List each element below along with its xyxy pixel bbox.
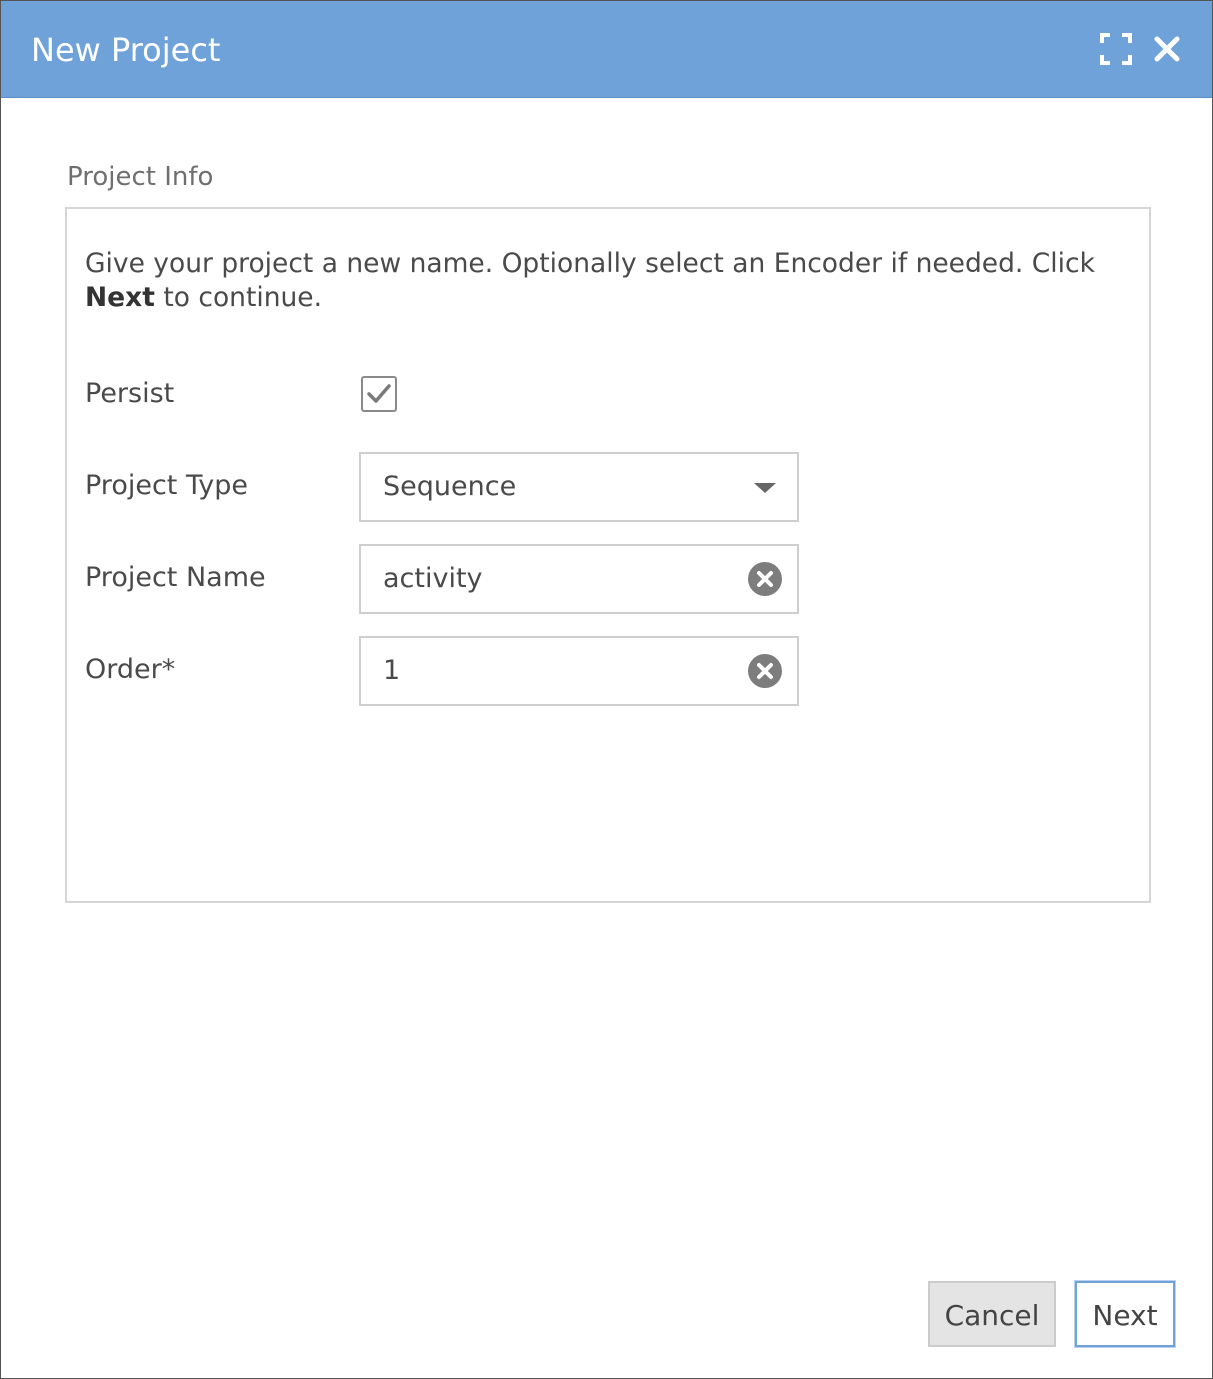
order-field: [359, 636, 799, 706]
instructions-emphasis: Next: [85, 282, 155, 313]
cancel-button[interactable]: Cancel: [928, 1281, 1056, 1347]
next-button[interactable]: Next: [1075, 1281, 1175, 1347]
section-label-project-info: Project Info: [67, 162, 214, 192]
clear-circle-icon[interactable]: [747, 561, 783, 597]
project-name-field: [359, 544, 799, 614]
dialog-titlebar: New Project: [1, 1, 1212, 98]
close-button[interactable]: [1149, 31, 1185, 67]
persist-checkbox[interactable]: [361, 376, 397, 412]
order-input[interactable]: [383, 648, 733, 692]
persist-label: Persist: [85, 378, 175, 409]
maximize-icon: [1100, 33, 1132, 65]
project-info-fieldset: Give your project a new name. Optionally…: [65, 207, 1151, 903]
clear-circle-icon[interactable]: [747, 653, 783, 689]
instructions-text: Give your project a new name. Optionally…: [85, 247, 1135, 315]
project-name-input[interactable]: [383, 556, 733, 600]
instructions-suffix: to continue.: [154, 282, 323, 313]
close-icon: [1154, 36, 1180, 62]
project-type-value: Sequence: [383, 471, 517, 502]
new-project-dialog: New Project Project Info Give your proje…: [0, 0, 1213, 1379]
project-type-label: Project Type: [85, 470, 248, 501]
checkmark-icon: [367, 384, 391, 403]
dialog-title: New Project: [31, 31, 221, 69]
caret-down-icon: [754, 483, 776, 493]
project-type-select[interactable]: Sequence: [359, 452, 799, 522]
project-name-label: Project Name: [85, 562, 266, 593]
instructions-prefix: Give your project a new name. Optionally…: [85, 248, 1095, 279]
order-label: Order*: [85, 654, 176, 685]
maximize-button[interactable]: [1098, 31, 1134, 67]
